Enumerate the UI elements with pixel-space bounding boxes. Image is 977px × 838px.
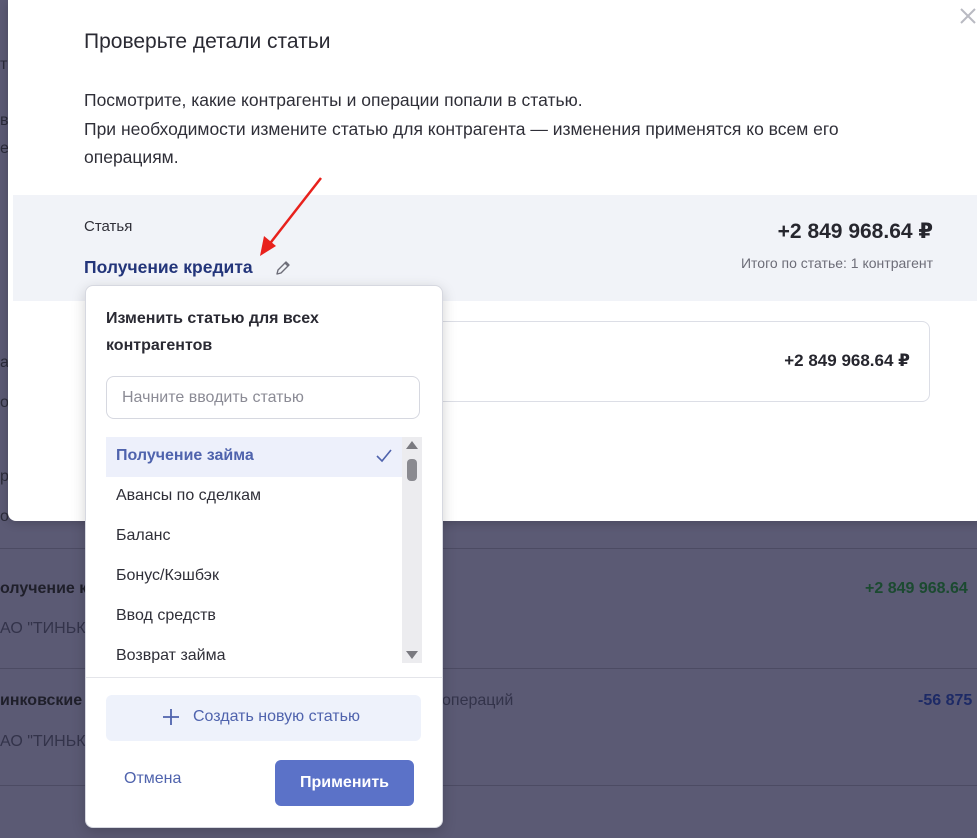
article-option-label: Баланс (116, 527, 171, 544)
popover-divider (86, 677, 442, 678)
article-option[interactable]: Ввод средств (106, 597, 402, 637)
scroll-up-arrow-icon[interactable] (406, 441, 418, 449)
background-text: т (0, 56, 8, 73)
background-row-subtitle: АО "ТИНЬКО (0, 733, 98, 750)
article-options-list: Получение займа Авансы по сделкам Баланс… (106, 437, 402, 663)
scroll-thumb[interactable] (407, 459, 417, 481)
create-article-button[interactable]: Создать новую статью (106, 695, 421, 741)
article-option-label: Авансы по сделкам (116, 487, 261, 504)
article-option[interactable]: Возврат займа (106, 637, 402, 663)
modal-title: Проверьте детали статьи (84, 30, 331, 53)
background-row-text: операций (442, 692, 514, 709)
create-article-label: Создать новую статью (193, 708, 360, 725)
article-option[interactable]: Получение займа (106, 437, 402, 477)
article-option[interactable]: Баланс (106, 517, 402, 557)
counterparty-amount: +2 849 968.64 ₽ (784, 351, 910, 370)
close-icon[interactable] (958, 6, 977, 26)
plus-icon (163, 709, 179, 725)
cancel-button[interactable]: Отмена (124, 770, 181, 788)
apply-button[interactable]: Применить (275, 760, 414, 806)
article-name-link[interactable]: Получение кредита (84, 257, 253, 278)
modal-description: Посмотрите, какие контрагенты и операции… (84, 86, 924, 172)
list-scrollbar[interactable] (402, 437, 422, 663)
article-option[interactable]: Авансы по сделкам (106, 477, 402, 517)
article-option-label: Ввод средств (116, 607, 216, 624)
background-row-subtitle: АО "ТИНЬКО (0, 620, 98, 637)
article-search-input[interactable] (106, 376, 420, 419)
article-option-label: Получение займа (116, 447, 254, 464)
scroll-down-arrow-icon[interactable] (406, 651, 418, 659)
article-option[interactable]: Бонус/Кэшбэк (106, 557, 402, 597)
background-row-amount: -56 875 (918, 692, 973, 709)
article-amount: +2 849 968.64 ₽ (777, 220, 933, 243)
popover-title: Изменить статью для всех контрагентов (106, 310, 319, 354)
article-label: Статья (84, 218, 133, 235)
background-row-amount: +2 849 968.64 (865, 580, 968, 597)
modal-description-line: Посмотрите, какие контрагенты и операции… (84, 90, 583, 110)
modal-description-line: операциям. (84, 147, 179, 167)
article-option-label: Бонус/Кэшбэк (116, 567, 219, 584)
background-row-title: олучение кр (0, 580, 98, 597)
check-icon (376, 449, 392, 463)
modal-description-line: При необходимости измените статью для ко… (84, 118, 839, 139)
article-total-note: Итого по статье: 1 контрагент (740, 255, 933, 271)
article-option-label: Возврат займа (116, 647, 226, 663)
background-row-title: инковские к (0, 692, 95, 709)
change-article-popover: Изменить статью для всех контрагентов По… (85, 285, 443, 828)
pencil-icon[interactable] (274, 259, 292, 277)
